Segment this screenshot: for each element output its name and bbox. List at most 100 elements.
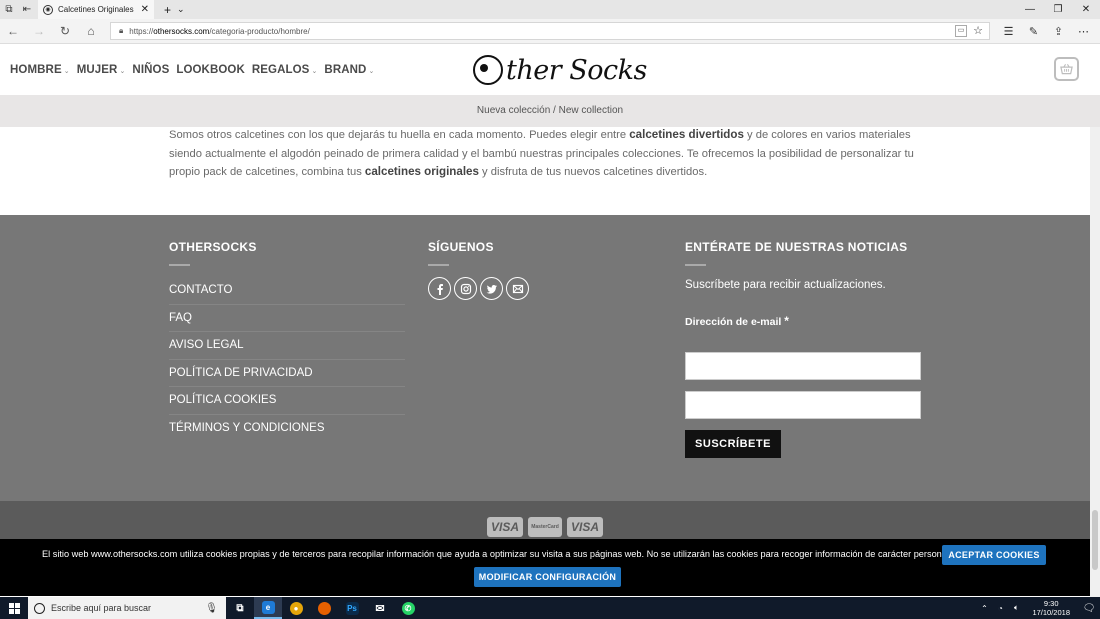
main-nav: HOMBRE ⌄ MUJER ⌄ NIÑOS LOOKBOOK REGALOS ⌄ B… <box>10 44 374 95</box>
cortana-icon <box>34 602 45 614</box>
system-tray: ⌃ ◔ 🔈︎ 9:30 17/10/2018 🗨︎ <box>976 597 1100 619</box>
email-field[interactable] <box>685 352 921 380</box>
logo-text: ther Socks <box>506 54 647 86</box>
nav-item-regalos[interactable]: REGALOS ⌄ <box>252 64 318 76</box>
footer-link-privacidad[interactable]: POLÍTICA DE PRIVACIDAD <box>169 360 405 387</box>
cookie-text: El sitio web www.othersocks.com utiliza … <box>42 549 952 559</box>
footer-title-noticias: ENTÉRATE DE NUESTRAS NOTICIAS <box>685 240 908 254</box>
close-window-icon[interactable]: ✕ <box>1072 0 1100 19</box>
notes-pen-icon[interactable]: ✎ <box>1021 25 1046 38</box>
footer: OTHERSOCKS CONTACTO FAQ AVISO LEGAL POLÍ… <box>0 215 1090 501</box>
new-tab-icon[interactable]: + <box>164 3 171 17</box>
link-calcetines-divertidos[interactable]: calcetines divertidos <box>629 128 744 141</box>
footer-link-terminos[interactable]: TÉRMINOS Y CONDICIONES <box>169 415 405 443</box>
window-controls: — ❐ ✕ <box>1016 0 1100 19</box>
microphone-icon[interactable]: 🎙︎ <box>205 603 218 614</box>
volume-icon[interactable]: 🔈︎ <box>1008 603 1024 613</box>
footer-link-aviso-legal[interactable]: AVISO LEGAL <box>169 332 405 360</box>
edge-app-icon[interactable]: e <box>254 597 282 619</box>
whatsapp-app-icon[interactable]: ✆ <box>394 597 422 619</box>
footer-links: CONTACTO FAQ AVISO LEGAL POLÍTICA DE PRI… <box>169 277 405 442</box>
address-bar: ← → ↻ ⌂ 🔒︎ https://othersocks.com/catego… <box>0 19 1100 44</box>
footer-title-othersocks: OTHERSOCKS <box>169 240 257 254</box>
close-tab-icon[interactable]: ✕ <box>141 4 149 15</box>
chevron-down-icon: ⌄ <box>368 67 375 75</box>
more-menu-icon[interactable]: ⋯ <box>1071 25 1096 38</box>
chrome-app-icon[interactable]: ● <box>282 597 310 619</box>
nav-item-mujer[interactable]: MUJER ⌄ <box>77 64 126 76</box>
scrollbar-thumb[interactable] <box>1092 510 1098 570</box>
social-links <box>428 277 529 300</box>
windows-start-icon[interactable] <box>0 597 28 619</box>
basket-icon <box>1060 64 1073 75</box>
share-icon[interactable]: ⇪ <box>1046 25 1071 38</box>
footer-title-siguenos: SÍGUENOS <box>428 240 494 254</box>
minimize-icon[interactable]: — <box>1016 0 1044 19</box>
modify-config-button[interactable]: MODIFICAR CONFIGURACIÓN <box>474 567 621 587</box>
task-view-icon[interactable]: ⧉ <box>226 597 254 619</box>
footer-link-faq[interactable]: FAQ <box>169 305 405 332</box>
chevron-down-icon: ⌄ <box>119 67 126 75</box>
favorites-hub-icon[interactable]: ☰ <box>996 25 1021 38</box>
email-icon[interactable] <box>506 277 529 300</box>
newsletter-text: Suscríbete para recibir actualizaciones. <box>685 279 886 291</box>
browser-tab-bar: ⧉ ⇤ ◉ Calcetines Originales Ho ✕ + ⌄ — ❐… <box>0 0 1100 19</box>
network-icon[interactable]: ◔ <box>992 604 1008 613</box>
footer-link-contacto[interactable]: CONTACTO <box>169 277 405 305</box>
mastercard-icon: MasterCard <box>528 517 562 537</box>
taskbar-search-input[interactable]: Escribe aquí para buscar 🎙︎ <box>28 597 226 619</box>
email-label: Dirección de e-mail * <box>685 314 789 328</box>
taskbar: Escribe aquí para buscar 🎙︎ ⧉ e ● Ps ✉ ✆… <box>0 597 1100 619</box>
footer-link-cookies[interactable]: POLÍTICA COOKIES <box>169 387 405 415</box>
chevron-up-icon[interactable]: ⌃ <box>976 604 992 613</box>
nav-item-hombre[interactable]: HOMBRE ⌄ <box>10 64 70 76</box>
browser-tab[interactable]: ◉ Calcetines Originales Ho ✕ <box>38 0 154 19</box>
promo-bar[interactable]: Nueva colección / New collection <box>0 95 1100 127</box>
url-text: https://othersocks.com/categoria-product… <box>129 26 310 36</box>
notification-icon[interactable]: 🗨︎ <box>1078 603 1100 614</box>
accept-cookies-button[interactable]: ACEPTAR COOKIES <box>942 545 1046 565</box>
divider <box>428 264 449 266</box>
visa-icon: VISA <box>567 517 603 537</box>
link-calcetines-originales[interactable]: calcetines originales <box>365 165 479 178</box>
tab-title: Calcetines Originales Ho <box>58 5 136 14</box>
reading-view-icon[interactable]: ▭ <box>955 25 967 37</box>
secondary-input-field[interactable] <box>685 391 921 419</box>
clock-time: 9:30 <box>1043 599 1059 608</box>
tab-actions-icon[interactable]: ⧉ <box>0 4 18 15</box>
forward-icon[interactable]: → <box>26 24 52 38</box>
set-aside-tabs-icon[interactable]: ⇤ <box>18 4 36 15</box>
payment-footer: VISA MasterCard VISA <box>0 501 1090 539</box>
refresh-icon[interactable]: ↻ <box>52 24 78 38</box>
cookie-banner: El sitio web www.othersocks.com utiliza … <box>0 539 1090 596</box>
favorite-star-icon[interactable]: ☆ <box>973 24 983 37</box>
restore-icon[interactable]: ❐ <box>1044 0 1072 19</box>
instagram-icon[interactable] <box>454 277 477 300</box>
taskbar-search-placeholder: Escribe aquí para buscar <box>51 603 152 613</box>
subscribe-button[interactable]: SUSCRÍBETE <box>685 430 781 458</box>
browser-toolbar: ☰ ✎ ⇪ ⋯ <box>996 19 1096 44</box>
chevron-down-icon: ⌄ <box>63 67 70 75</box>
system-clock[interactable]: 9:30 17/10/2018 <box>1032 599 1070 617</box>
divider <box>685 264 706 266</box>
home-icon[interactable]: ⌂ <box>78 24 104 38</box>
firefox-app-icon[interactable] <box>310 597 338 619</box>
mail-app-icon[interactable]: ✉ <box>366 597 394 619</box>
url-field[interactable]: 🔒︎ https://othersocks.com/categoria-prod… <box>110 22 990 40</box>
facebook-icon[interactable] <box>428 277 451 300</box>
twitter-icon[interactable] <box>480 277 503 300</box>
site-logo[interactable]: ther Socks <box>473 50 647 90</box>
photoshop-app-icon[interactable]: Ps <box>338 597 366 619</box>
lock-icon: 🔒︎ <box>119 26 124 35</box>
category-description: Somos otros calcetines con los que dejar… <box>169 128 914 178</box>
back-icon[interactable]: ← <box>0 24 26 38</box>
nav-item-brand[interactable]: BRAND ⌄ <box>324 64 374 76</box>
nav-item-ninos[interactable]: NIÑOS <box>132 64 169 76</box>
site-header: HOMBRE ⌄ MUJER ⌄ NIÑOS LOOKBOOK REGALOS ⌄ B… <box>0 44 1100 95</box>
nav-item-lookbook[interactable]: LOOKBOOK <box>176 64 245 76</box>
required-mark: * <box>784 314 789 328</box>
visa-icon: VISA <box>487 517 523 537</box>
divider <box>169 264 190 266</box>
cart-button[interactable] <box>1054 57 1079 81</box>
tab-preview-chevron-icon[interactable]: ⌄ <box>177 4 185 15</box>
